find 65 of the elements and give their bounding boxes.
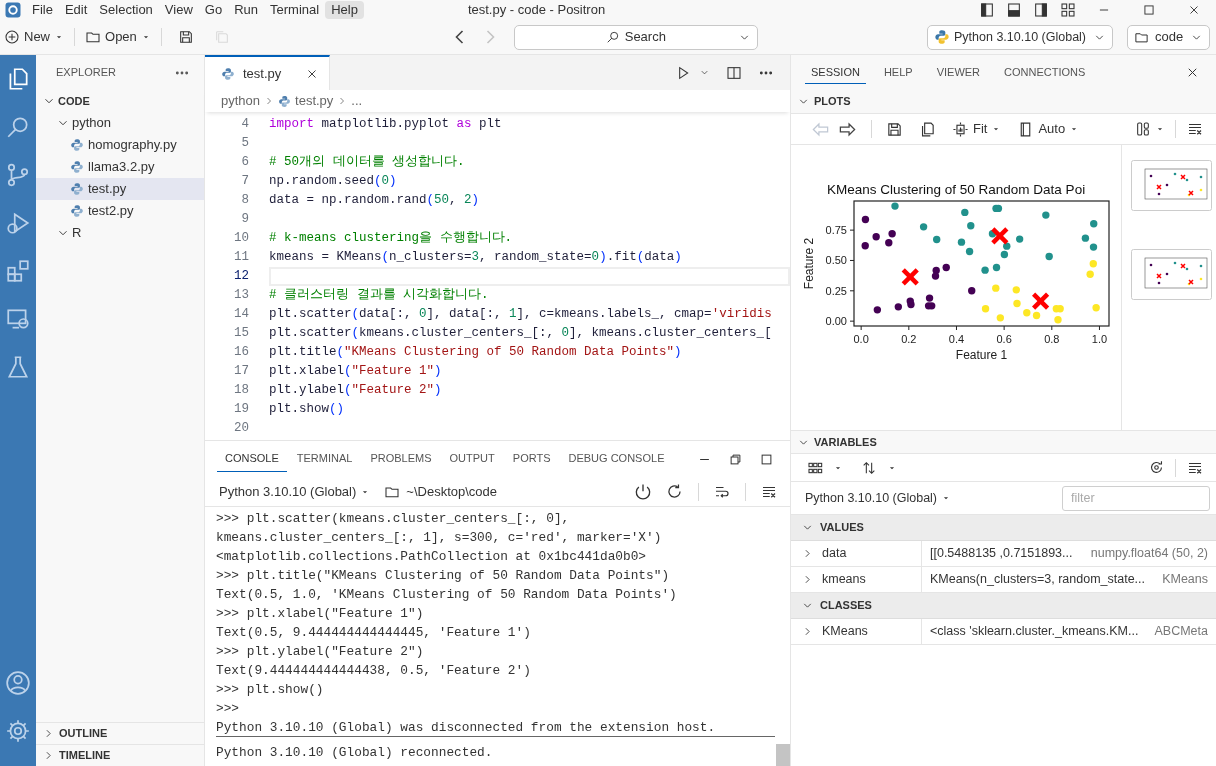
console-line: >>> plt.show() [216,681,325,699]
code-line: # 50개의 데이터를 생성합니다. [269,154,466,171]
line-number: 17 [233,363,250,381]
console-line: >>> plt.title("KMeans Clustering of 50 Random Data Points") [216,567,671,585]
line-number: 4 [240,116,250,134]
console-message: Python 3.10.10 (Global) was disconnected from the extension host. [216,718,775,737]
line-number: 12 [233,268,250,286]
console-line: Text(0.5, 9.444444444444445, 'Feature 1') [216,624,532,642]
console-line: kmeans.cluster_centers_[:, 1], s=300, c='red', marker='X') [216,529,663,547]
code-line: data = np.random.rand(50, 2) [269,192,481,209]
tick-label: 0.2 [901,333,917,345]
line-number: 19 [233,401,250,419]
console-line: >>> plt.xlabel("Feature 1") [216,605,425,623]
variable-type: ABCMeta [1154,623,1208,641]
line-number: 10 [233,230,250,248]
tick-label: 0.0 [853,333,869,345]
variable-value: KMeans(n_clusters=3, random_state... [930,571,1146,589]
tick-label: 0.25 [825,284,847,297]
window-title: test.py - code - Positron [467,1,606,20]
code-line: # k-means clustering을 수행합니다. [269,230,514,247]
console-line: Text(9.444444444444438, 0.5, 'Feature 2') [216,662,532,680]
code-line: plt.show() [269,401,346,418]
line-number: 15 [233,325,250,343]
line-number: 6 [240,154,250,172]
console-line: >>> [216,700,241,718]
console-line: >>> plt.scatter(kmeans.cluster_centers_[:, 0], [216,510,571,528]
line-number: 5 [240,135,250,153]
code-line: plt.scatter(kmeans.cluster_centers_[:, 0], kmeans.cluster_centers_[ [269,325,773,342]
axis-label: Feature 1 [955,348,1008,362]
code-line: kmeans = KMeans(n_clusters=3, random_state=0).fit(data) [269,249,683,266]
axis-label: Feature 2 [802,237,816,290]
line-number: 8 [240,192,250,210]
line-number: 16 [233,344,250,362]
line-number: 7 [240,173,250,191]
variable-type: KMeans [1162,571,1208,589]
code-line: plt.ylabel("Feature 2") [269,382,443,399]
panel-title: EXPLORER [56,65,116,81]
code-line: plt.scatter(data[:, 0], data[:, 1], c=kmeans.labels_, cmap='viridis [269,306,773,323]
line-number: 20 [233,420,250,438]
variable-value: [[0.5488135 ,0.7151893... [930,545,1073,563]
variable-value: <class 'sklearn.cluster._kmeans.KM... [930,623,1139,641]
code-line: np.random.seed(0) [269,173,398,190]
tick-label: 0.8 [1044,333,1060,345]
tick-label: 1.0 [1091,333,1108,345]
line-number: 18 [233,382,250,400]
tick-label: 0.4 [948,333,965,345]
console-message: Python 3.10.10 (Global) reconnected. [216,744,494,762]
tick-label: 0.50 [825,254,847,267]
code-line: # 클러스터링 결과를 시각화합니다. [269,287,490,304]
line-number: 13 [233,287,250,305]
code-line: plt.title("KMeans Clustering of 50 Random Data Points") [269,344,683,361]
console-line: <matplotlib.collections.PathCollection at 0x1bc441da0b0> [216,548,648,566]
console-line: >>> plt.ylabel("Feature 2") [216,643,425,661]
code-line: import matplotlib.pyplot as plt [269,116,503,133]
console-line: Text(0.5, 1.0, 'KMeans Clustering of 50 Random Data Points') [216,586,678,604]
working-directory: ~\Desktop\code [406,482,497,501]
line-number: 9 [240,211,250,229]
variable-type: numpy.float64 (50, 2) [1090,545,1208,563]
chart-title: KMeans Clustering of 50 Random Data Poi [827,182,1086,197]
line-number: 14 [233,306,250,324]
tick-label: 0.00 [825,315,847,328]
code-line: plt.xlabel("Feature 1") [269,363,443,380]
tick-label: 0.6 [996,333,1012,345]
tick-label: 0.75 [825,224,847,237]
line-number: 11 [233,249,250,267]
